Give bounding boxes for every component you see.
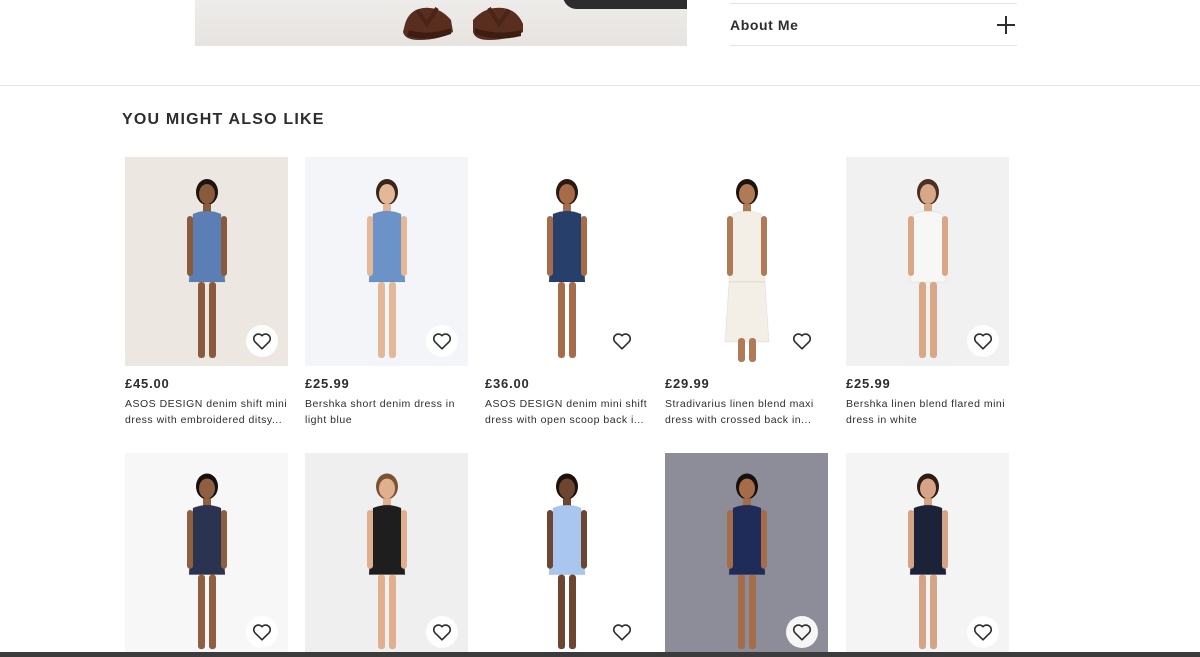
product-image[interactable]	[665, 157, 828, 366]
model-figure	[907, 179, 948, 358]
product-image[interactable]	[665, 453, 828, 657]
product-image[interactable]	[846, 453, 1009, 657]
model-figure	[186, 473, 227, 650]
model-figure	[907, 473, 948, 650]
about-me-label: About Me	[730, 16, 799, 33]
heart-outline-icon	[792, 332, 812, 350]
product-card[interactable]	[846, 453, 1009, 657]
save-for-later-button[interactable]	[967, 325, 999, 357]
heart-outline-icon	[973, 332, 993, 350]
save-for-later-button[interactable]	[246, 325, 278, 357]
product-image[interactable]	[305, 453, 468, 657]
model-figure	[186, 179, 227, 358]
product-main-image	[195, 0, 687, 46]
sandal-right-illustration	[473, 6, 523, 40]
product-image[interactable]	[125, 453, 288, 657]
model-figure	[366, 473, 407, 650]
product-price: £45.00	[125, 376, 170, 391]
heart-outline-icon	[252, 623, 272, 641]
product-image[interactable]	[846, 157, 1009, 366]
heart-outline-icon	[973, 623, 993, 641]
model-figure	[546, 179, 587, 358]
product-price: £25.99	[846, 376, 891, 391]
product-image[interactable]	[485, 157, 648, 366]
product-card[interactable]	[665, 453, 828, 657]
product-card[interactable]	[125, 453, 288, 657]
product-name[interactable]: Bershka linen blend flared mini dress in…	[846, 397, 1009, 428]
model-figure	[723, 179, 770, 362]
save-for-later-button[interactable]	[967, 616, 999, 648]
product-card[interactable]: £25.99 Bershka short denim dress in ligh…	[305, 157, 468, 428]
product-image[interactable]	[485, 453, 648, 657]
image-overlay-tag	[563, 0, 687, 9]
save-for-later-button[interactable]	[426, 616, 458, 648]
product-card[interactable]: £45.00 ASOS DESIGN denim shift mini dres…	[125, 157, 288, 428]
product-name[interactable]: Stradivarius linen blend maxi dress with…	[665, 397, 828, 428]
heart-outline-icon	[432, 332, 452, 350]
product-card[interactable]: £25.99 Bershka linen blend flared mini d…	[846, 157, 1009, 428]
save-for-later-button[interactable]	[786, 616, 818, 648]
product-card[interactable]: £29.99 Stradivarius linen blend maxi dre…	[665, 157, 828, 428]
product-price: £36.00	[485, 376, 530, 391]
product-image[interactable]	[125, 157, 288, 366]
product-image[interactable]	[305, 157, 468, 366]
about-me-accordion[interactable]: About Me	[730, 3, 1017, 46]
heart-outline-icon	[252, 332, 272, 350]
product-card[interactable]: £36.00 ASOS DESIGN denim mini shift dres…	[485, 157, 648, 428]
product-name[interactable]: Bershka short denim dress in light blue	[305, 397, 468, 428]
heart-outline-icon	[612, 332, 632, 350]
plus-icon[interactable]	[997, 15, 1015, 34]
save-for-later-button[interactable]	[606, 616, 638, 648]
model-figure	[366, 179, 407, 358]
save-for-later-button[interactable]	[606, 325, 638, 357]
model-figure	[726, 473, 767, 650]
heart-outline-icon	[612, 623, 632, 641]
save-for-later-button[interactable]	[786, 325, 818, 357]
product-price: £25.99	[305, 376, 350, 391]
section-title: YOU MIGHT ALSO LIKE	[122, 111, 325, 128]
save-for-later-button[interactable]	[426, 325, 458, 357]
save-for-later-button[interactable]	[246, 616, 278, 648]
heart-outline-icon	[792, 623, 812, 641]
model-figure	[546, 473, 587, 650]
browser-bottom-edge	[0, 652, 1200, 657]
product-name[interactable]: ASOS DESIGN denim shift mini dress with …	[125, 397, 288, 428]
product-price: £29.99	[665, 376, 710, 391]
sandal-left-illustration	[403, 6, 453, 40]
product-name[interactable]: ASOS DESIGN denim mini shift dress with …	[485, 397, 648, 428]
product-card[interactable]	[305, 453, 468, 657]
product-card[interactable]	[485, 453, 648, 657]
section-divider	[0, 85, 1200, 86]
heart-outline-icon	[432, 623, 452, 641]
